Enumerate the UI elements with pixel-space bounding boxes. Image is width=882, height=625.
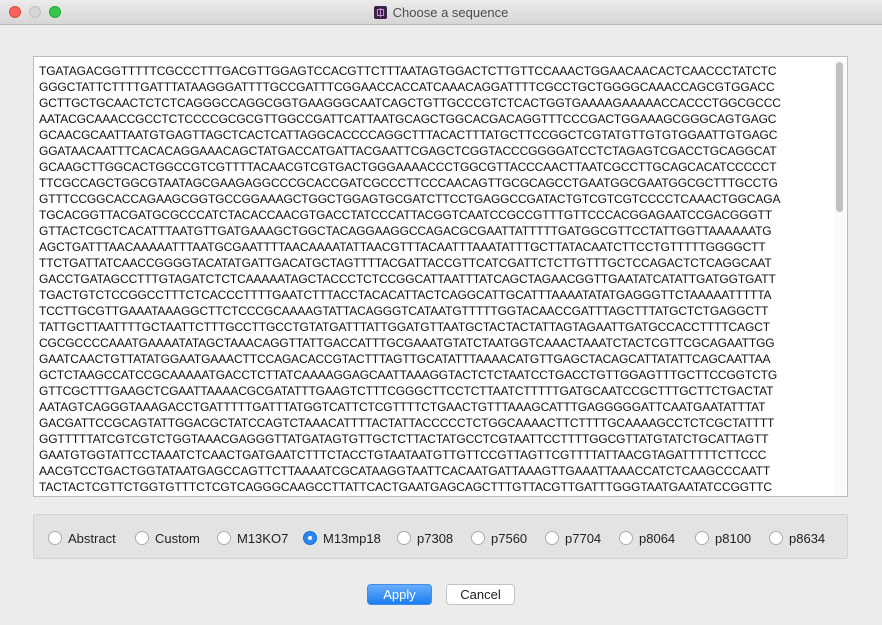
radio-label: p7560 [491, 530, 528, 546]
sequence-line: GTTTCCGGCACCAGAAGCGGTGCCGGAAAGCTGGCTGGAG… [39, 192, 781, 206]
radio-p7560[interactable]: p7560 [471, 530, 527, 546]
sequence-line: GGATAACAATTTCACACAGGAAACAGCTATGACCATGATT… [39, 144, 777, 158]
sequence-line: GACGATTCCGCAGTATTGGACGCTATCCAGTCTAAACATT… [39, 416, 775, 430]
title-bar: Choose a sequence [0, 0, 882, 25]
apply-button[interactable]: Apply [367, 584, 432, 605]
radio-button[interactable] [769, 531, 783, 545]
cancel-button[interactable]: Cancel [446, 584, 515, 605]
scrollbar-thumb[interactable] [836, 62, 843, 212]
radio-button[interactable] [545, 531, 559, 545]
radio-p8064[interactable]: p8064 [619, 530, 675, 546]
sequence-line: TCCTTGCGTTGAAATAAAGGCTTCTCCCGCAAAAGTATTA… [39, 304, 769, 318]
radio-p8634[interactable]: p8634 [769, 530, 825, 546]
radio-label: M13mp18 [323, 530, 381, 546]
sequence-line: TGATAGACGGTTTTTCGCCCTTTGACGTTGGAGTCCACGT… [39, 64, 777, 78]
sequence-text-area[interactable]: TGATAGACGGTTTTTCGCCCTTTGACGTTGGAGTCCACGT… [33, 56, 848, 497]
sequence-line: TTCGCCAGCTGGCGTAATAGCGAAGAGGCCCGCACCGATC… [39, 176, 778, 190]
radio-button[interactable] [397, 531, 411, 545]
sequence-line: GAATGTGGTATTCCTAAATCTCAACTGATGAATCTTTCTA… [39, 448, 767, 462]
sequence-line: TACTACTCGTTCTGGTGTTTCTCGTCAGGGCAAGCCTTAT… [39, 480, 772, 494]
app-icon [373, 5, 387, 19]
sequence-line: TGACTGTCTCCGGCCTTTCTCACCCTTTTGAATCTTTACC… [39, 288, 772, 302]
window-title-group: Choose a sequence [0, 0, 882, 24]
radio-abstract[interactable]: Abstract [48, 530, 116, 546]
sequence-line: CGCGCCCCAAATGAAAATATAGCTAAACAGGTTATTGACC… [39, 336, 775, 350]
sequence-line: AATACGCAAACCGCCTCTCCCCGCGCGTTGGCCGATTCAT… [39, 112, 777, 126]
radio-label: p8634 [789, 530, 826, 546]
radio-button[interactable] [48, 531, 62, 545]
radio-button[interactable] [303, 531, 317, 545]
radio-button[interactable] [695, 531, 709, 545]
sequence-line: GAATCAACTGTTATATGGAATGAAACTTCCAGACACCGTA… [39, 352, 771, 366]
radio-button[interactable] [619, 531, 633, 545]
sequence-line: GCAAGCTTGGCACTGGCCGTCGTTTTACAACGTCGTGACT… [39, 160, 777, 174]
radio-m13ko7[interactable]: M13KO7 [217, 530, 288, 546]
radio-custom[interactable]: Custom [135, 530, 200, 546]
sequence-line: TTCTGATTATCAACCGGGGTACATATGATTGACATGCTAG… [39, 256, 772, 270]
sequence-radio-group: Abstract Custom M13KO7 M13mp18 p7308 p75… [33, 514, 848, 559]
radio-p7308[interactable]: p7308 [397, 530, 453, 546]
sequence-line: TTGTCAAGATTACTCTTGATGAAGGTCAGCCAGCCTATGC… [39, 495, 831, 496]
radio-label: p7308 [417, 530, 454, 546]
vertical-scrollbar[interactable] [834, 58, 846, 495]
sequence-line: GTTCGCTTTGAAGCTCGAATTAAAACGCGATATTTGAAGT… [39, 384, 774, 398]
sequence-line: AATAGTCAGGGTAAAGACCTGATTTTTGATTTATGGTCAT… [39, 400, 766, 414]
sequence-text: TGATAGACGGTTTTTCGCCCTTTGACGTTGGAGTCCACGT… [39, 63, 831, 496]
radio-button[interactable] [217, 531, 231, 545]
radio-label: p7704 [565, 530, 602, 546]
radio-label: p8100 [715, 530, 752, 546]
radio-p7704[interactable]: p7704 [545, 530, 601, 546]
sequence-line: GACCTGATAGCCTTTGTAGATCTCTCAAAAATAGCTACCC… [39, 272, 776, 286]
radio-label: p8064 [639, 530, 676, 546]
sequence-line: GTTACTCGCTCACATTTAATGTTGATGAAAGCTGGCTACA… [39, 224, 772, 238]
radio-button[interactable] [471, 531, 485, 545]
radio-m13mp18[interactable]: M13mp18 [303, 530, 381, 546]
sequence-line: GCTTGCTGCAACTCTCTCAGGGCCAGGCGGTGAAGGGCAA… [39, 96, 781, 110]
sequence-line: AACGTCCTGACTGGTATAATGAGCCAGTTCTTAAAATCGC… [39, 464, 771, 478]
sequence-line: GGTTTTTATCGTCGTCTGGTAAACGAGGGTTATGATAGTG… [39, 432, 769, 446]
radio-label: Custom [155, 530, 200, 546]
sequence-line: TATTGCTTAATTTTGCTAATTCTTTGCCTTGCCTGTATGA… [39, 320, 770, 334]
sequence-line: GGGCTATTCTTTTGATTTATAAGGGATTTTGCCGATTTCG… [39, 80, 775, 94]
radio-label: Abstract [68, 530, 116, 546]
radio-p8100[interactable]: p8100 [695, 530, 751, 546]
sequence-line: TGCACGGTTACGATGCGCCCATCTACACCAACGTGACCTA… [39, 208, 772, 222]
sequence-line: GCTCTAAGCCATCCGCAAAAATGACCTCTTATCAAAAGGA… [39, 368, 778, 382]
radio-button[interactable] [135, 531, 149, 545]
radio-label: M13KO7 [237, 530, 289, 546]
sequence-line: GCAACGCAATTAATGTGAGTTAGCTCACTCATTAGGCACC… [39, 128, 778, 142]
window-title: Choose a sequence [392, 4, 509, 20]
sequence-line: AGCTGATTTAACAAAAATTTAATGCGAATTTTAACAAAAT… [39, 240, 766, 254]
